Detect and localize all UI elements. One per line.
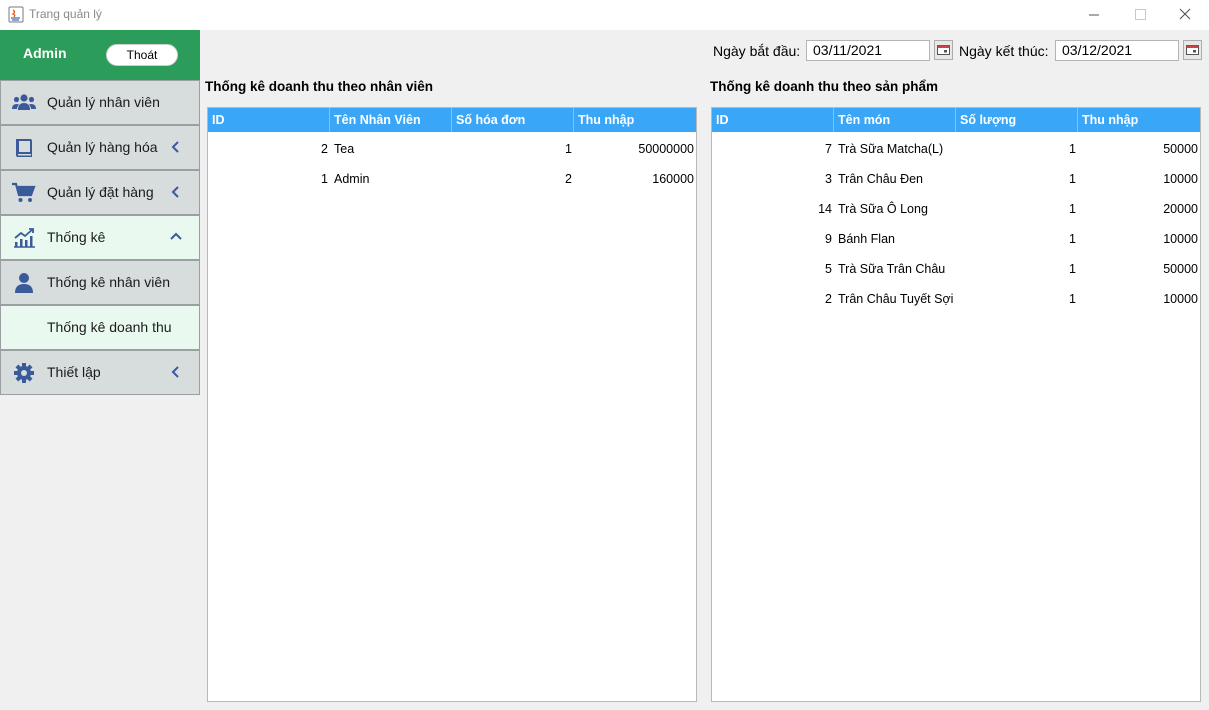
table-cell: 5 bbox=[825, 262, 832, 276]
table-row[interactable]: 7 Trà Sữa Matcha(L) 1 50000 bbox=[712, 134, 1200, 164]
table-cell: 50000 bbox=[1163, 142, 1198, 156]
table-cell: 160000 bbox=[652, 172, 694, 186]
table-cell: Admin bbox=[334, 172, 370, 186]
user-icon bbox=[15, 273, 33, 293]
java-app-icon bbox=[8, 6, 24, 23]
table-cell: 20000 bbox=[1163, 202, 1198, 216]
table-cell: 1 bbox=[1069, 262, 1076, 276]
table-cell: 1 bbox=[565, 142, 572, 156]
start-date-input[interactable]: 03/11/2021 bbox=[806, 40, 930, 61]
minimize-button[interactable] bbox=[1071, 0, 1117, 30]
table-row[interactable]: 5 Trà Sữa Trân Châu 1 50000 bbox=[712, 254, 1200, 284]
sidebar-item-label: Thống kê nhân viên bbox=[47, 274, 170, 290]
table-row[interactable]: 2 Tea 1 50000000 bbox=[208, 134, 696, 164]
sidebar-header: Admin Thoát bbox=[0, 30, 200, 80]
gear-icon bbox=[14, 363, 34, 383]
sidebar-item-label: Thống kê doanh thu bbox=[47, 319, 172, 335]
sidebar-item-products[interactable]: Quản lý hàng hóa bbox=[0, 125, 200, 170]
calendar-icon bbox=[1186, 45, 1199, 55]
end-date-label: Ngày kết thúc: bbox=[959, 43, 1049, 59]
chevron-left-icon bbox=[171, 366, 179, 378]
sidebar-item-statistics[interactable]: Thống kê bbox=[0, 215, 200, 260]
table-cell: 10000 bbox=[1163, 292, 1198, 306]
sidebar-item-employee-stats[interactable]: Thống kê nhân viên bbox=[0, 260, 200, 305]
column-header-invoices[interactable]: Số hóa đơn bbox=[452, 108, 574, 132]
table-cell: Trân Châu Tuyết Sợi bbox=[838, 292, 954, 306]
sidebar-item-label: Quản lý nhân viên bbox=[47, 94, 160, 110]
sidebar-item-label: Thiết lập bbox=[47, 364, 101, 380]
table-cell: 1 bbox=[1069, 232, 1076, 246]
product-stats-table[interactable]: ID Tên món Số lượng Thu nhập 7 Trà Sữa Ma… bbox=[711, 107, 1201, 702]
sidebar-item-label: Thống kê bbox=[47, 229, 106, 245]
table-row[interactable]: 2 Trân Châu Tuyết Sợi 1 10000 bbox=[712, 284, 1200, 314]
table-cell: 2 bbox=[321, 142, 328, 156]
employee-stats-title: Thống kê doanh thu theo nhân viên bbox=[205, 79, 433, 94]
cart-icon bbox=[12, 182, 36, 202]
column-header-id[interactable]: ID bbox=[712, 108, 834, 132]
table-row[interactable]: 1 Admin 2 160000 bbox=[208, 164, 696, 194]
table-cell: 10000 bbox=[1163, 232, 1198, 246]
table-cell: 3 bbox=[825, 172, 832, 186]
sidebar-item-label: Quản lý đặt hàng bbox=[47, 184, 154, 200]
table-cell: 2 bbox=[825, 292, 832, 306]
table-cell: 1 bbox=[1069, 202, 1076, 216]
column-header-name[interactable]: Tên Nhân Viên bbox=[330, 108, 452, 132]
sidebar-item-revenue-stats[interactable]: Thống kê doanh thu bbox=[0, 305, 200, 350]
table-cell: 1 bbox=[1069, 292, 1076, 306]
table-row[interactable]: 3 Trân Châu Đen 1 10000 bbox=[712, 164, 1200, 194]
column-header-income[interactable]: Thu nhập bbox=[574, 108, 696, 132]
table-cell: 1 bbox=[1069, 172, 1076, 186]
table-cell: 50000000 bbox=[638, 142, 694, 156]
sidebar-item-label: Quản lý hàng hóa bbox=[47, 139, 158, 155]
employee-stats-table[interactable]: ID Tên Nhân Viên Số hóa đơn Thu nhập 2 Te… bbox=[207, 107, 697, 702]
start-date-label: Ngày bắt đầu: bbox=[713, 43, 801, 59]
table-cell: Trà Sữa Matcha(L) bbox=[838, 142, 944, 156]
table-cell: Trà Sữa Trân Châu bbox=[838, 262, 946, 276]
table-header: ID Tên Nhân Viên Số hóa đơn Thu nhập bbox=[208, 108, 696, 132]
chevron-left-icon bbox=[171, 141, 179, 153]
chevron-up-icon bbox=[170, 232, 182, 240]
chevron-left-icon bbox=[171, 186, 179, 198]
book-icon bbox=[16, 139, 32, 157]
table-cell: 9 bbox=[825, 232, 832, 246]
column-header-dish[interactable]: Tên món bbox=[834, 108, 956, 132]
close-button[interactable] bbox=[1163, 0, 1209, 30]
end-date-input[interactable]: 03/12/2021 bbox=[1055, 40, 1179, 61]
users-icon bbox=[12, 94, 36, 110]
table-cell: 50000 bbox=[1163, 262, 1198, 276]
column-header-id[interactable]: ID bbox=[208, 108, 330, 132]
column-header-quantity[interactable]: Số lượng bbox=[956, 108, 1078, 132]
table-row[interactable]: 9 Bánh Flan 1 10000 bbox=[712, 224, 1200, 254]
logout-button[interactable]: Thoát bbox=[106, 44, 178, 66]
calendar-icon bbox=[937, 45, 950, 55]
end-date-calendar-button[interactable] bbox=[1183, 40, 1202, 60]
table-cell: 1 bbox=[321, 172, 328, 186]
table-cell: Bánh Flan bbox=[838, 232, 895, 246]
start-date-calendar-button[interactable] bbox=[934, 40, 953, 60]
table-row[interactable]: 14 Trà Sữa Ô Long 1 20000 bbox=[712, 194, 1200, 224]
window-title: Trang quản lý bbox=[29, 7, 102, 21]
product-stats-title: Thống kê doanh thu theo sản phẩm bbox=[710, 79, 938, 94]
table-cell: 14 bbox=[818, 202, 832, 216]
maximize-button[interactable] bbox=[1117, 0, 1163, 30]
user-name: Admin bbox=[23, 45, 67, 61]
table-cell: 2 bbox=[565, 172, 572, 186]
title-bar: Trang quản lý bbox=[0, 0, 1209, 30]
table-cell: 7 bbox=[825, 142, 832, 156]
table-cell: 10000 bbox=[1163, 172, 1198, 186]
sidebar-item-settings[interactable]: Thiết lập bbox=[0, 350, 200, 395]
sidebar-item-orders[interactable]: Quản lý đặt hàng bbox=[0, 170, 200, 215]
sidebar-item-employees[interactable]: Quản lý nhân viên bbox=[0, 80, 200, 125]
table-cell: Trân Châu Đen bbox=[838, 172, 923, 186]
column-header-income[interactable]: Thu nhập bbox=[1078, 108, 1200, 132]
table-cell: Tea bbox=[334, 142, 355, 156]
table-cell: 1 bbox=[1069, 142, 1076, 156]
chart-line-icon bbox=[14, 228, 35, 248]
table-header: ID Tên món Số lượng Thu nhập bbox=[712, 108, 1200, 132]
table-cell: Trà Sữa Ô Long bbox=[838, 202, 928, 216]
